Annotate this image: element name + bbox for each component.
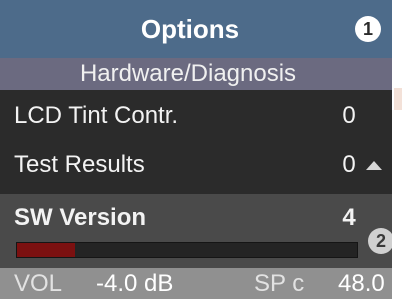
scroll-up-icon[interactable] [366, 161, 382, 170]
menu-item-value: 0 [342, 151, 356, 178]
menu-item-value: 0 [342, 102, 356, 129]
menu-item-test-results[interactable]: Test Results 0 [0, 145, 392, 185]
level-bar [16, 242, 358, 258]
selected-item-label: SW Version [14, 204, 147, 231]
menu-item-label: LCD Tint Contr. [14, 102, 179, 129]
sp-value: 48.0 [338, 270, 385, 297]
selected-item-value: 4 [342, 204, 356, 231]
status-bar: VOL -4.0 dB SP c 48.0 [0, 268, 392, 299]
callout-badge-2: 2 [368, 228, 392, 254]
menu-item-label: Test Results [14, 151, 145, 178]
callout-badge-1: 1 [355, 16, 381, 42]
device-screen: Options 1 Hardware/Diagnosis LCD Tint Co… [0, 0, 392, 299]
page-title: Options [140, 14, 240, 44]
menu-item-lcd-tint[interactable]: LCD Tint Contr. 0 [0, 96, 392, 136]
volume-label: VOL [14, 270, 63, 297]
level-bar-fill [17, 243, 75, 257]
header-bar: Options 1 [0, 0, 392, 58]
volume-value: -4.0 dB [96, 270, 174, 297]
section-title: Hardware/Diagnosis [79, 60, 297, 87]
sp-label: SP c [254, 270, 305, 297]
side-marker [394, 88, 402, 110]
menu-item-sw-version[interactable]: SW Version 4 2 [0, 194, 392, 268]
section-header: Hardware/Diagnosis [0, 58, 392, 90]
